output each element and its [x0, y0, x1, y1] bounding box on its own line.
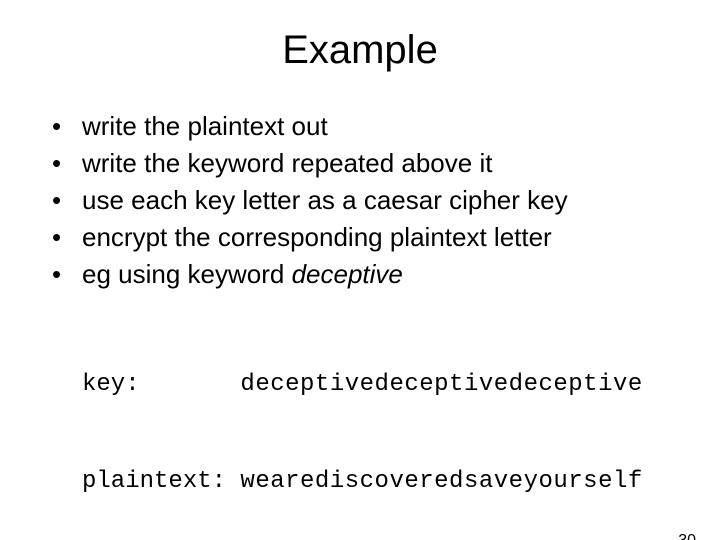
example-value: deceptivedeceptivedeceptive: [240, 369, 642, 401]
bullet-text-keyword: deceptive: [292, 259, 403, 289]
list-item: encrypt the corresponding plaintext lett…: [52, 220, 720, 255]
bullet-text: write the plaintext out: [82, 111, 328, 141]
bullet-text: use each key letter as a caesar cipher k…: [82, 185, 568, 215]
list-item: use each key letter as a caesar cipher k…: [52, 183, 720, 218]
list-item: write the plaintext out: [52, 109, 720, 144]
slide-title: Example: [0, 28, 720, 73]
example-label: key:: [82, 369, 240, 401]
example-label: plaintext:: [82, 466, 240, 498]
example-row-key: key:deceptivedeceptivedeceptive: [82, 369, 720, 401]
cipher-example: key:deceptivedeceptivedeceptive plaintex…: [82, 304, 720, 540]
bullet-list: write the plaintext out write the keywor…: [52, 109, 720, 292]
page-number: 30: [678, 532, 696, 540]
list-item: eg using keyword deceptive: [52, 257, 720, 292]
bullet-text: write the keyword repeated above it: [82, 148, 492, 178]
slide: Example write the plaintext out write th…: [0, 28, 720, 540]
example-value: wearediscoveredsaveyourself: [240, 466, 642, 498]
list-item: write the keyword repeated above it: [52, 146, 720, 181]
bullet-text-prefix: eg using keyword: [82, 259, 292, 289]
example-row-plaintext: plaintext:wearediscoveredsaveyourself: [82, 466, 720, 498]
bullet-text: encrypt the corresponding plaintext lett…: [82, 222, 552, 252]
